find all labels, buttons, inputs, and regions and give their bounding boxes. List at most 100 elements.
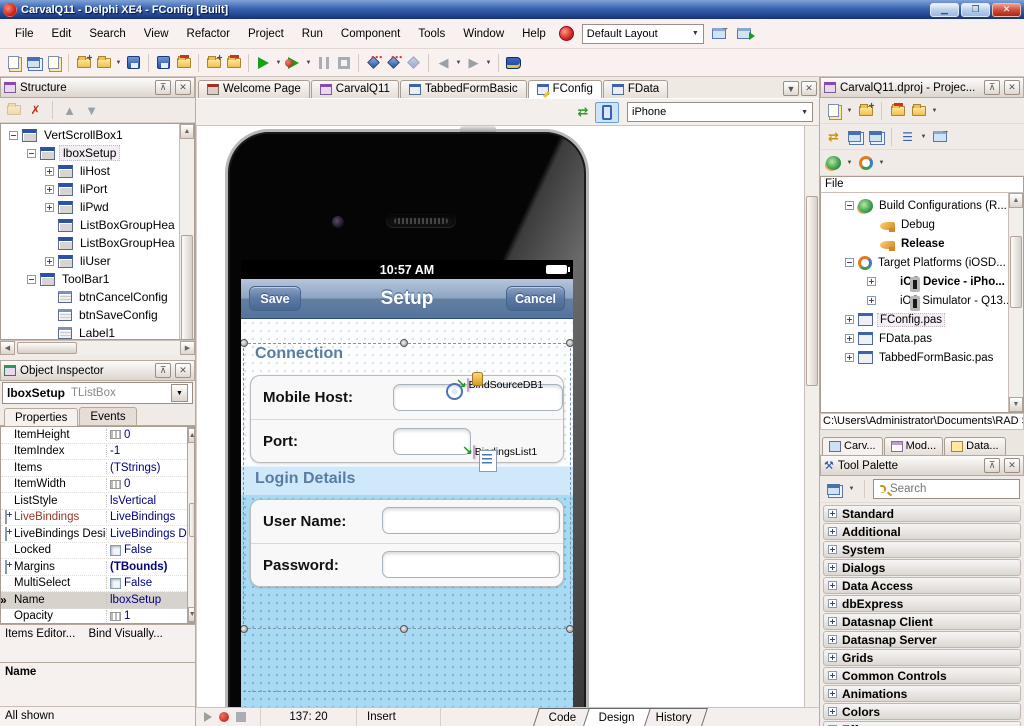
project-tree-item[interactable]: Release [821, 234, 1008, 253]
save-desktop-icon[interactable] [710, 23, 729, 43]
palette-category-dialogs[interactable]: Dialogs [823, 559, 1021, 576]
checkbox-icon[interactable] [110, 577, 121, 589]
pin-icon[interactable]: ⊼ [984, 458, 1000, 473]
plus-expander-icon[interactable] [4, 526, 7, 541]
add-file-icon[interactable] [204, 53, 223, 72]
plus-expander-icon[interactable] [828, 563, 837, 572]
plus-expander-icon[interactable] [45, 256, 54, 266]
sort-list-icon[interactable]: ☰ [898, 127, 917, 146]
device-style-combo[interactable]: iPhone ▼ [627, 102, 813, 122]
form-designer-canvas[interactable]: 10:57 AM Setup Save Cancel Connection Lo… [196, 126, 819, 707]
selection-handle[interactable] [400, 339, 408, 347]
palette-category-data-access[interactable]: Data Access [823, 577, 1021, 594]
minus-expander-icon[interactable] [27, 148, 36, 158]
file-column-header[interactable]: File [820, 176, 1024, 193]
structure-tree-item[interactable]: Label1 [1, 324, 179, 339]
tab-events[interactable]: Events [79, 407, 137, 425]
new-project-icon[interactable] [824, 101, 843, 120]
structure-tree-item[interactable]: liPwd [1, 198, 179, 216]
plus-expander-icon[interactable] [845, 353, 854, 362]
plus-expander-icon[interactable] [828, 581, 837, 590]
form-content[interactable]: Connection Login Details Mobile Host: Po… [241, 319, 573, 707]
plus-expander-icon[interactable] [828, 653, 837, 662]
property-row[interactable]: ItemWidth 0 [1, 477, 187, 493]
editor-tab-tabbedformbasic[interactable]: TabbedFormBasic [399, 80, 527, 98]
run-until-return-icon[interactable] [404, 53, 423, 72]
desktop-layout-combo[interactable]: Default Layout ▼ [581, 23, 704, 44]
search-input[interactable] [890, 483, 1015, 495]
minus-expander-icon[interactable] [845, 258, 854, 267]
menu-item-help[interactable]: Help [513, 24, 555, 44]
project-tree-item[interactable]: Debug [821, 215, 1008, 234]
palette-category-dbexpress[interactable]: dbExpress [823, 595, 1021, 612]
pm-tab-mod[interactable]: Mod... [883, 437, 944, 455]
user-name-input[interactable] [382, 507, 560, 534]
property-grid-vscrollbar[interactable]: ▲ ▼ [186, 427, 194, 623]
plus-expander-icon[interactable] [867, 296, 876, 305]
structure-tree-item[interactable]: liPort [1, 180, 179, 198]
structure-tree-item[interactable]: btnCancelConfig [1, 288, 179, 306]
step-over-icon[interactable] [384, 53, 403, 72]
minus-expander-icon[interactable] [845, 201, 854, 210]
property-row[interactable]: Items (TStrings) [1, 460, 187, 477]
pin-icon[interactable]: ⊼ [155, 80, 171, 95]
structure-tree-item[interactable]: btnSaveConfig [1, 306, 179, 324]
open-project-icon[interactable] [94, 53, 113, 72]
new-items-icon[interactable] [4, 53, 23, 72]
palette-category-additional[interactable]: Additional [823, 523, 1021, 540]
password-row[interactable]: Password: [251, 543, 563, 586]
new-item-icon[interactable] [4, 101, 23, 120]
remove-from-project-icon[interactable] [888, 101, 907, 120]
selection-handle[interactable] [566, 339, 573, 347]
plus-expander-icon[interactable] [828, 545, 837, 554]
menu-item-refactor[interactable]: Refactor [178, 24, 239, 44]
plus-expander-icon[interactable] [828, 671, 837, 680]
menu-item-component[interactable]: Component [332, 24, 409, 44]
port-input[interactable] [393, 428, 471, 455]
help-icon[interactable] [504, 53, 523, 72]
project-tree-item[interactable]: Target Platforms (iOSD... [821, 253, 1008, 272]
structure-tree-item[interactable]: lboxSetup [1, 144, 179, 162]
project-tree-vscrollbar[interactable]: ▲ ▼ [1008, 193, 1023, 412]
close-file-icon[interactable] [44, 53, 63, 72]
set-debug-desktop-icon[interactable] [735, 24, 756, 43]
browse-forward-dropdown-icon[interactable]: ▼ [484, 60, 493, 66]
sort-dropdown-icon[interactable]: ▼ [919, 134, 928, 140]
editor-tab-fconfig[interactable]: FConfig [527, 80, 602, 98]
plus-expander-icon[interactable] [45, 184, 54, 194]
property-row[interactable]: ItemIndex -1 [1, 444, 187, 460]
tab-list-dropdown-icon[interactable]: ▼ [783, 81, 799, 96]
plus-expander-icon[interactable] [845, 315, 854, 324]
property-value[interactable]: 0 [106, 428, 187, 441]
plus-expander-icon[interactable] [828, 707, 837, 716]
login-group-header[interactable]: Login Details [255, 470, 355, 488]
menu-item-window[interactable]: Window [454, 24, 513, 44]
items-editor-link[interactable]: Items Editor... [5, 628, 75, 640]
bindsource-component[interactable]: ↘ BindSourceDB1 [456, 376, 547, 392]
project-tree-item[interactable]: FData.pas [821, 329, 1008, 348]
run-without-debug-dropdown-icon[interactable]: ▼ [304, 60, 313, 66]
structure-tree-item[interactable]: ListBoxGroupHea [1, 216, 179, 234]
property-value[interactable]: False [106, 544, 187, 557]
move-up-icon[interactable]: ▲ [60, 101, 79, 120]
plus-expander-icon[interactable] [828, 509, 837, 518]
plus-expander-icon[interactable] [828, 527, 837, 536]
bind-visually-link[interactable]: Bind Visually... [89, 628, 163, 640]
collapse-node-icon[interactable] [866, 127, 885, 146]
open-file-icon[interactable] [24, 53, 43, 72]
structure-tree-item[interactable]: VertScrollBox1 [1, 126, 179, 144]
view-selector-dropdown-icon[interactable]: ▼ [930, 108, 939, 114]
editor-tab-carvalq11[interactable]: CarvalQ11 [310, 80, 399, 98]
save-icon[interactable] [124, 53, 143, 72]
menu-item-run[interactable]: Run [293, 24, 332, 44]
rotate-device-button[interactable]: ⇄ [571, 102, 595, 123]
cancel-button[interactable]: Cancel [506, 286, 565, 311]
project-tree-item[interactable]: FConfig.pas [821, 310, 1008, 329]
palette-category-standard[interactable]: Standard [823, 505, 1021, 522]
object-selector-combo[interactable]: lboxSetup TListBox ▼ [2, 382, 193, 404]
palette-category-grids[interactable]: Grids [823, 649, 1021, 666]
property-row[interactable]: Margins (TBounds) [1, 559, 187, 576]
save-all-icon[interactable] [154, 53, 173, 72]
project-tree-item[interactable]: Build Configurations (R... [821, 196, 1008, 215]
palette-category-datasnap-client[interactable]: Datasnap Client [823, 613, 1021, 630]
